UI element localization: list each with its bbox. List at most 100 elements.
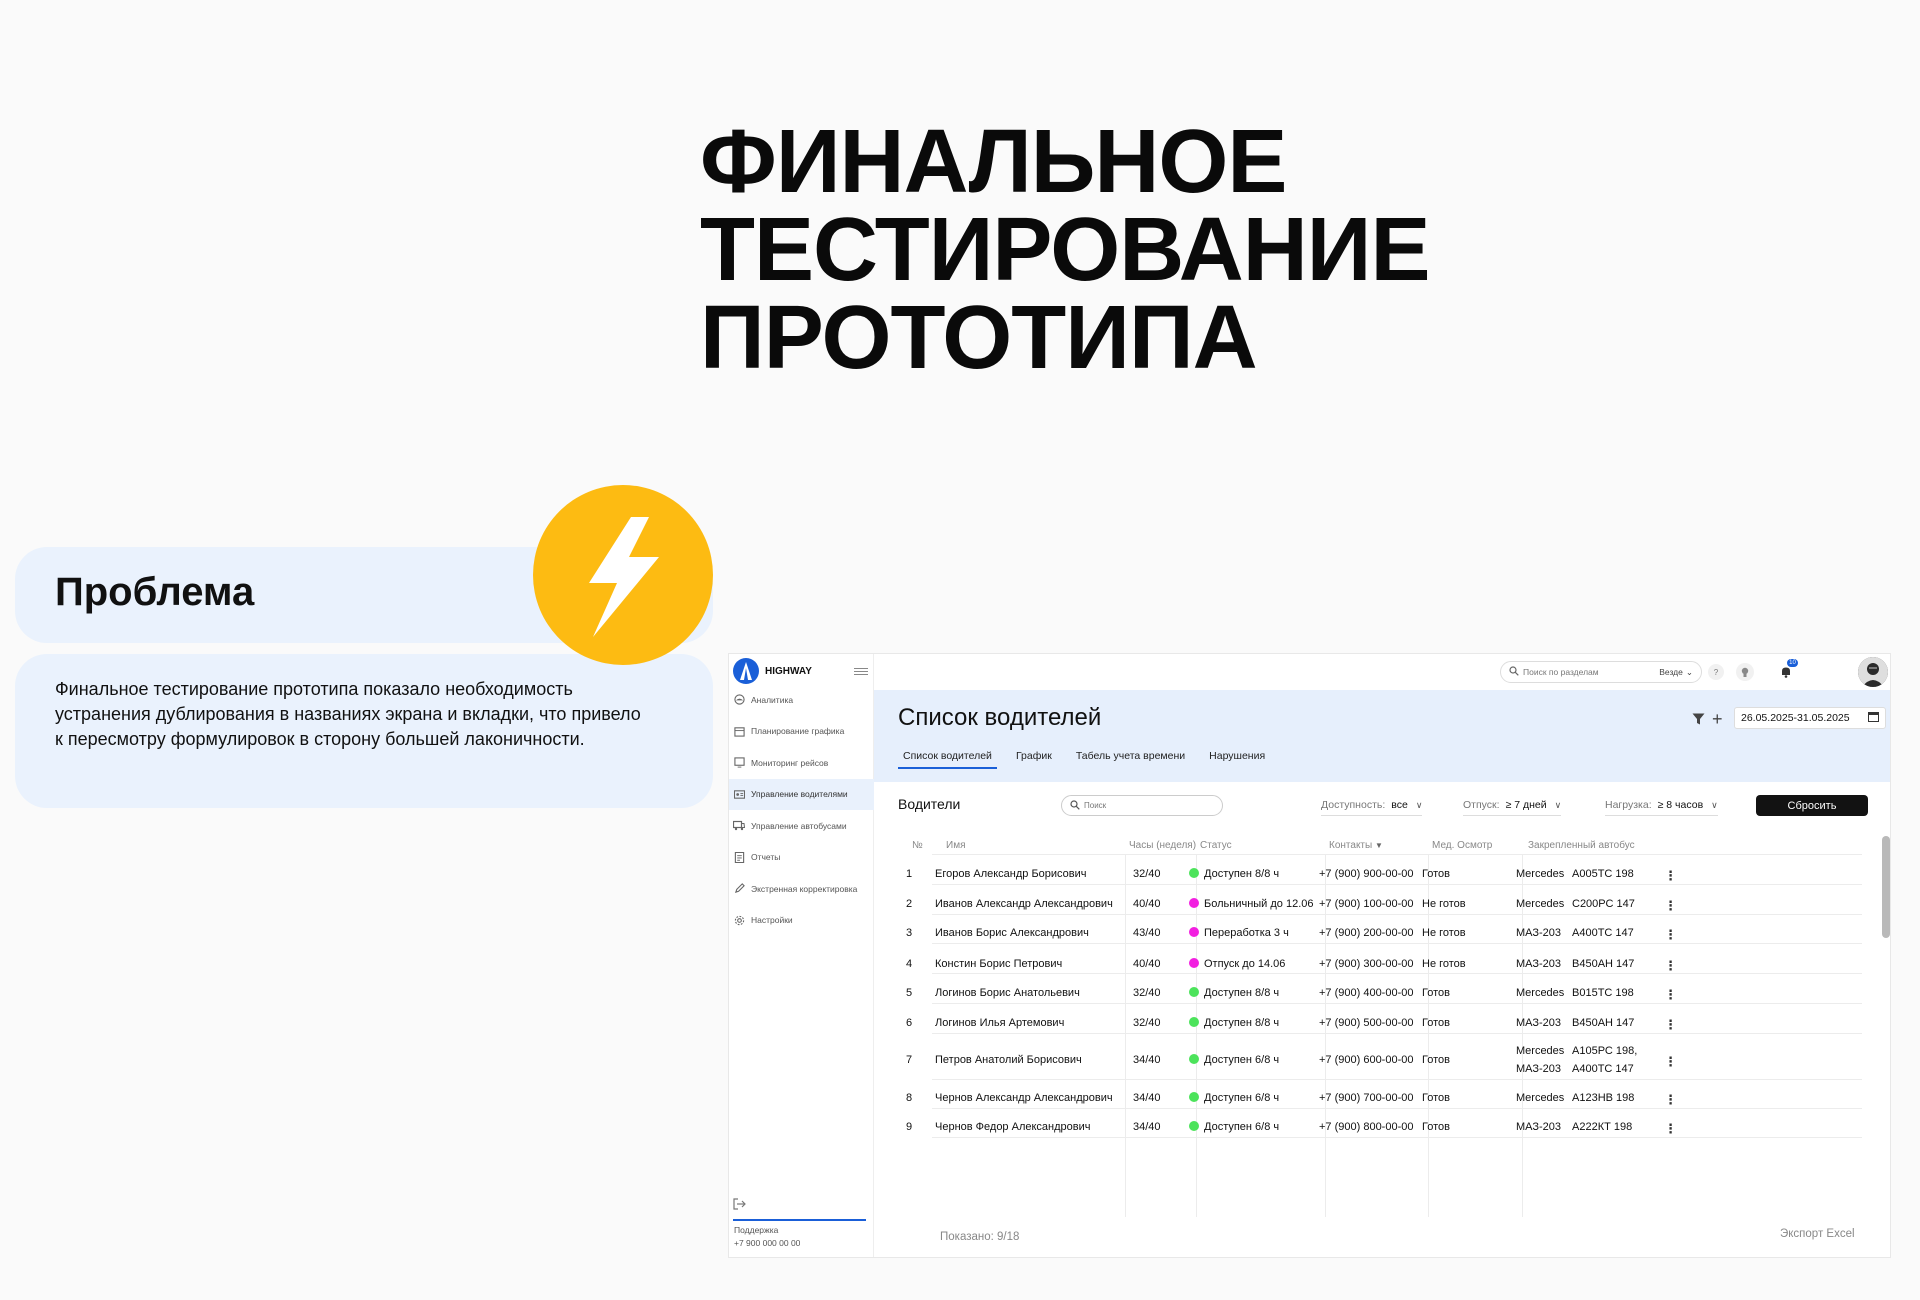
status-text: Доступен 8/8 ч <box>1204 987 1280 999</box>
global-search-input[interactable]: Поиск по разделам Везде ⌄ <box>1500 661 1702 683</box>
bus-model: МАЗ-203 <box>1516 1121 1562 1133</box>
id-card-icon <box>733 788 745 800</box>
sidebar-item-drivers[interactable]: Управление водителями <box>729 778 874 810</box>
weekly-hours: 34/40 <box>1133 1092 1161 1104</box>
row-number: 6 <box>906 1017 913 1029</box>
row-menu-icon[interactable]: ⋮ <box>1664 1121 1677 1137</box>
hero-title: ФИНАЛЬНОЕ ТЕСТИРОВАНИЕ ПРОТОТИПА <box>700 117 1430 388</box>
export-excel-link[interactable]: Экспорт Excel <box>1780 1228 1855 1240</box>
drivers-search-input[interactable]: Поиск <box>1061 795 1223 816</box>
row-divider <box>932 1003 1862 1004</box>
filter-value: ≥ 7 дней <box>1505 799 1547 811</box>
row-number: 1 <box>906 868 913 880</box>
driver-name: Егоров Александр Борисович <box>935 868 1087 880</box>
status-dot <box>1189 1092 1199 1102</box>
bus-plate: А400ТС 147 <box>1572 1063 1634 1075</box>
bus-plate: В450АН 147 <box>1572 958 1635 970</box>
driver-name: Констин Борис Петрович <box>935 958 1063 970</box>
row-menu-icon[interactable]: ⋮ <box>1664 987 1677 1003</box>
driver-phone: +7 (900) 400-00-00 <box>1319 987 1414 999</box>
brand-name: HIGHWAY <box>765 666 812 677</box>
user-avatar[interactable] <box>1858 657 1888 687</box>
sidebar-item-label: Аналитика <box>751 694 794 705</box>
medical-status: Готов <box>1422 1054 1450 1066</box>
tab-driver-list[interactable]: Список водителей <box>898 750 997 769</box>
search-scope-select[interactable]: Везде ⌄ <box>1659 667 1693 678</box>
row-menu-icon[interactable]: ⋮ <box>1664 1017 1677 1033</box>
problem-text-line-2: устранения дублирования в названиях экра… <box>55 704 641 724</box>
reset-filters-button[interactable]: Сбросить <box>1756 795 1868 816</box>
filter-value: все <box>1391 799 1408 811</box>
help-button[interactable]: ? <box>1708 664 1724 680</box>
driver-name: Логинов Борис Анатольевич <box>935 987 1080 999</box>
sort-down-icon: ▼ <box>1374 841 1383 850</box>
gear-icon <box>733 914 745 926</box>
row-divider <box>932 914 1862 915</box>
row-menu-icon[interactable]: ⋮ <box>1664 898 1677 914</box>
row-number: 8 <box>906 1092 913 1104</box>
row-divider <box>932 943 1862 944</box>
driver-status: Доступен 6/8 ч <box>1189 1054 1279 1066</box>
medical-status: Готов <box>1422 1092 1450 1104</box>
status-text: Доступен 6/8 ч <box>1204 1121 1280 1133</box>
weekly-hours: 32/40 <box>1133 1017 1161 1029</box>
status-dot <box>1189 898 1199 908</box>
chevron-down-icon: ∨ <box>1711 799 1718 810</box>
row-divider <box>932 973 1862 974</box>
row-menu-icon[interactable]: ⋮ <box>1664 958 1677 974</box>
row-divider <box>932 1137 1862 1138</box>
row-menu-icon[interactable]: ⋮ <box>1664 1092 1677 1108</box>
sidebar-item-buses[interactable]: Управление автобусами <box>729 810 874 842</box>
sidebar-item-label: Управление автобусами <box>751 820 847 831</box>
status-dot <box>1189 1054 1199 1064</box>
filter-icon[interactable] <box>1692 713 1705 728</box>
add-icon[interactable]: + <box>1712 710 1723 728</box>
filter-key: Нагрузка: <box>1605 799 1652 811</box>
driver-phone: +7 (900) 900-00-00 <box>1319 868 1414 880</box>
driver-status: Доступен 6/8 ч <box>1189 1121 1279 1133</box>
lightbulb-icon[interactable] <box>1736 663 1754 681</box>
status-dot <box>1189 958 1199 968</box>
sidebar-item-reports[interactable]: Отчеты <box>729 842 874 874</box>
row-menu-icon[interactable]: ⋮ <box>1664 868 1677 884</box>
medical-status: Готов <box>1422 1121 1450 1133</box>
hero-title-line-2: ТЕСТИРОВАНИЕ <box>700 200 1430 300</box>
sidebar-item-schedule-planning[interactable]: Планирование графика <box>729 716 874 748</box>
sidebar-item-emergency-correction[interactable]: Экстренная корректировка <box>729 873 874 905</box>
bus-plate: В450АН 147 <box>1572 1017 1635 1029</box>
weekly-hours: 34/40 <box>1133 1054 1161 1066</box>
tab-schedule[interactable]: График <box>1011 750 1057 769</box>
drivers-table: № Имя Часы (неделя) Статус Контакты ▼ Ме… <box>874 832 1890 1217</box>
sidebar-item-analytics[interactable]: Аналитика <box>729 684 874 716</box>
logout-icon[interactable] <box>733 1198 747 1210</box>
status-dot <box>1189 868 1199 878</box>
support-phone[interactable]: +7 900 000 00 00 <box>734 1237 800 1250</box>
bus-model: Mercedes <box>1516 868 1565 880</box>
chevron-down-icon: ∨ <box>1554 799 1562 810</box>
bus-icon <box>733 820 745 832</box>
weekly-hours: 40/40 <box>1133 898 1161 910</box>
tab-violations[interactable]: Нарушения <box>1204 750 1270 769</box>
row-menu-icon[interactable]: ⋮ <box>1664 927 1677 943</box>
vacation-filter[interactable]: Отпуск: ≥ 7 дней ∨ <box>1463 795 1562 816</box>
bus-model: Mercedes <box>1516 1092 1565 1104</box>
column-divider <box>1125 854 1126 1217</box>
problem-title: Проблема <box>55 570 255 614</box>
column-header-contacts[interactable]: Контакты ▼ <box>1329 840 1383 851</box>
bus-model: Mercedes <box>1516 987 1565 999</box>
drivers-section-title: Водители <box>898 796 961 812</box>
workload-filter[interactable]: Нагрузка: ≥ 8 часов ∨ <box>1605 795 1718 816</box>
sidebar-item-settings[interactable]: Настройки <box>729 905 874 937</box>
bus-model: МАЗ-203 <box>1516 958 1562 970</box>
date-range-picker[interactable]: 26.05.2025-31.05.2025 <box>1734 707 1886 729</box>
column-header-label: Контакты <box>1329 840 1373 851</box>
sidebar-item-trip-monitoring[interactable]: Мониторинг рейсов <box>729 747 874 779</box>
collapse-sidebar-icon[interactable] <box>854 668 868 677</box>
hero-title-line-3: ПРОТОТИПА <box>700 288 1258 388</box>
driver-status: Доступен 8/8 ч <box>1189 1017 1279 1029</box>
tab-timesheet[interactable]: Табель учета времени <box>1071 750 1190 769</box>
row-menu-icon[interactable]: ⋮ <box>1664 1054 1677 1070</box>
availability-filter[interactable]: Доступность: все ∨ <box>1321 795 1423 816</box>
driver-status: Больничный до 12.06 <box>1189 898 1314 910</box>
table-scrollbar[interactable] <box>1882 836 1890 938</box>
